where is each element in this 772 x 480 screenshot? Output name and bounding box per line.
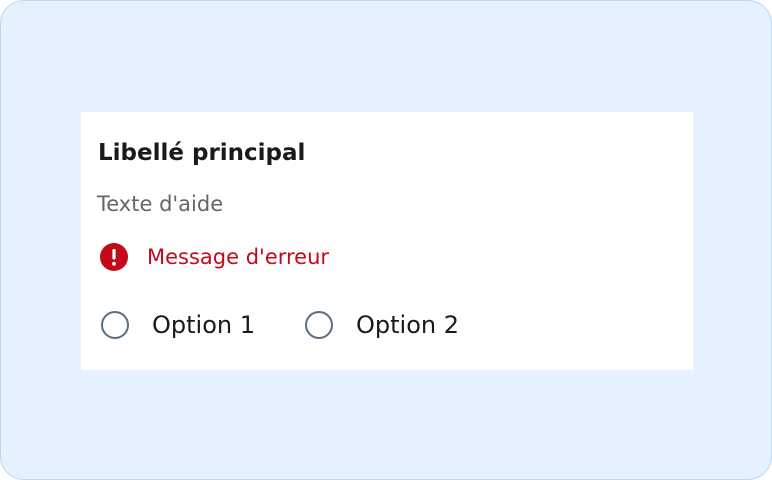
radio-button-2[interactable] [305,311,333,339]
field-label: Libellé principal [98,140,306,166]
radio-group: Option 1 Option 2 [101,307,459,343]
error-message: Message d'erreur [147,245,330,269]
error-message-row: Message d'erreur [99,240,329,274]
preview-frame: Libellé principal Texte d'aide Message d… [0,0,772,480]
field-hint: Texte d'aide [97,192,224,216]
radio-button-1[interactable] [101,311,129,339]
radio-option-2[interactable]: Option 2 [305,311,459,339]
radio-option-label: Option 1 [152,311,255,339]
radio-option-1[interactable]: Option 1 [101,311,255,339]
radio-option-label: Option 2 [356,311,459,339]
radio-field-card: Libellé principal Texte d'aide Message d… [81,112,693,370]
error-alert-icon [100,243,128,271]
